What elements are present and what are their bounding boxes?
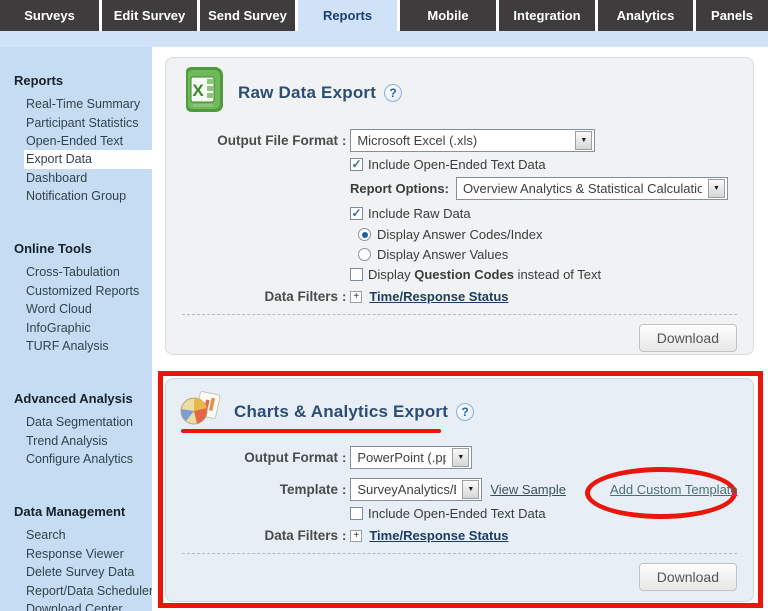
sidebar-section-advanced-analysis: Advanced Analysis Data Segmentation Tren… bbox=[0, 391, 152, 468]
dropdown-arrow-icon: ▼ bbox=[452, 448, 469, 467]
data-filters-label: Data Filters bbox=[180, 289, 338, 304]
output-file-format-select[interactable]: Microsoft Excel (.xls) ▼ bbox=[350, 129, 595, 152]
nav-active-strip bbox=[0, 31, 768, 47]
label-colon: : bbox=[342, 450, 346, 465]
report-options-value: Overview Analytics & Statistical Calcula… bbox=[463, 181, 702, 196]
nav-tab-reports[interactable]: Reports bbox=[298, 0, 397, 31]
template-value: SurveyAnalytics/Blue bbox=[357, 482, 456, 497]
sidebar-item-configure-analytics[interactable]: Configure Analytics bbox=[0, 450, 152, 468]
sidebar-item-trend-analysis[interactable]: Trend Analysis bbox=[0, 432, 152, 450]
output-format-select[interactable]: PowerPoint (.ppt) ▼ bbox=[350, 446, 472, 469]
sidebar-section-reports: Reports Real-Time Summary Participant St… bbox=[0, 73, 152, 205]
app-window: Surveys Edit Survey Send Survey Reports … bbox=[0, 0, 768, 611]
nav-tab-surveys[interactable]: Surveys bbox=[0, 0, 99, 31]
display-answer-values-radio[interactable] bbox=[358, 248, 371, 261]
sidebar-item-open-ended-text[interactable]: Open-Ended Text bbox=[0, 132, 152, 150]
excel-icon: X bbox=[180, 66, 226, 119]
help-icon[interactable]: ? bbox=[456, 403, 474, 421]
download-button-charts[interactable]: Download bbox=[639, 563, 737, 591]
nav-tab-integration[interactable]: Integration bbox=[499, 0, 595, 31]
sidebar-item-participant-statistics[interactable]: Participant Statistics bbox=[0, 113, 152, 131]
include-open-ended-checkbox-charts[interactable] bbox=[350, 507, 363, 520]
display-answer-codes-label: Display Answer Codes/Index bbox=[377, 227, 542, 242]
pie-chart-icon bbox=[180, 391, 222, 432]
time-response-status-link[interactable]: Time/Response Status bbox=[369, 289, 508, 304]
display-answer-codes-radio[interactable] bbox=[358, 228, 371, 241]
sidebar-item-customized-reports[interactable]: Customized Reports bbox=[0, 282, 152, 300]
include-raw-data-checkbox[interactable]: ✓ bbox=[350, 207, 363, 220]
sidebar-section-title: Advanced Analysis bbox=[0, 391, 152, 406]
label-colon: : bbox=[342, 482, 346, 497]
dropdown-arrow-icon: ▼ bbox=[462, 480, 479, 499]
sidebar-item-dashboard[interactable]: Dashboard bbox=[0, 169, 152, 187]
add-custom-template-link[interactable]: Add Custom Template bbox=[610, 482, 738, 497]
sidebar-item-response-viewer[interactable]: Response Viewer bbox=[0, 545, 152, 563]
report-options-select[interactable]: Overview Analytics & Statistical Calcula… bbox=[456, 177, 728, 200]
sidebar-item-export-data[interactable]: Export Data bbox=[24, 150, 152, 168]
dropdown-arrow-icon: ▼ bbox=[708, 179, 725, 198]
raw-data-export-title: Raw Data Export bbox=[238, 83, 376, 103]
time-response-status-link-charts[interactable]: Time/Response Status bbox=[369, 528, 508, 543]
label-colon: : bbox=[342, 289, 346, 304]
expand-plus-icon[interactable]: + bbox=[350, 530, 362, 542]
output-file-format-value: Microsoft Excel (.xls) bbox=[357, 133, 477, 148]
download-button-raw[interactable]: Download bbox=[639, 324, 737, 352]
main-content: X Raw Data Export ? Output File Format : bbox=[152, 47, 768, 611]
sidebar-item-real-time-summary[interactable]: Real-Time Summary bbox=[0, 95, 152, 113]
dotted-divider bbox=[182, 553, 737, 554]
nav-tab-panels[interactable]: Panels bbox=[696, 0, 768, 31]
data-filters-label-charts: Data Filters bbox=[180, 528, 338, 543]
expand-plus-icon[interactable]: + bbox=[350, 291, 362, 303]
sidebar: Reports Real-Time Summary Participant St… bbox=[0, 47, 152, 611]
include-open-ended-label-charts: Include Open-Ended Text Data bbox=[368, 506, 546, 521]
sidebar-item-cross-tabulation[interactable]: Cross-Tabulation bbox=[0, 263, 152, 281]
nav-tab-mobile[interactable]: Mobile bbox=[400, 0, 496, 31]
charts-analytics-export-panel: Charts & Analytics Export ? Output Forma… bbox=[165, 378, 754, 602]
report-options-label: Report Options: bbox=[350, 181, 449, 196]
sidebar-item-report-data-scheduler[interactable]: Report/Data Scheduler bbox=[0, 581, 152, 599]
nav-tab-edit-survey[interactable]: Edit Survey bbox=[102, 0, 197, 31]
help-icon[interactable]: ? bbox=[384, 84, 402, 102]
sidebar-item-data-segmentation[interactable]: Data Segmentation bbox=[0, 413, 152, 431]
nav-tab-send-survey[interactable]: Send Survey bbox=[200, 0, 295, 31]
output-format-label: Output Format bbox=[180, 450, 338, 465]
sidebar-section-title: Reports bbox=[0, 73, 152, 88]
sidebar-item-infographic[interactable]: InfoGraphic bbox=[0, 318, 152, 336]
view-sample-link[interactable]: View Sample bbox=[490, 482, 566, 497]
sidebar-section-title: Online Tools bbox=[0, 241, 152, 256]
sidebar-item-word-cloud[interactable]: Word Cloud bbox=[0, 300, 152, 318]
sidebar-item-turf-analysis[interactable]: TURF Analysis bbox=[0, 337, 152, 355]
charts-analytics-export-title: Charts & Analytics Export bbox=[234, 402, 448, 422]
include-raw-data-label: Include Raw Data bbox=[368, 206, 471, 221]
display-question-codes-checkbox[interactable] bbox=[350, 268, 363, 281]
check-icon: ✓ bbox=[351, 159, 361, 169]
output-format-value: PowerPoint (.ppt) bbox=[357, 450, 446, 465]
nav-tab-analytics[interactable]: Analytics bbox=[598, 0, 693, 31]
check-icon: ✓ bbox=[351, 208, 361, 218]
sidebar-item-delete-survey-data[interactable]: Delete Survey Data bbox=[0, 563, 152, 581]
sidebar-item-search[interactable]: Search bbox=[0, 526, 152, 544]
raw-data-export-panel: X Raw Data Export ? Output File Format : bbox=[165, 57, 754, 355]
label-colon: : bbox=[342, 133, 346, 148]
display-question-codes-label: Display Question Codes instead of Text bbox=[368, 267, 601, 282]
template-select[interactable]: SurveyAnalytics/Blue ▼ bbox=[350, 478, 482, 501]
sidebar-section-data-management: Data Management Search Response Viewer D… bbox=[0, 504, 152, 611]
include-open-ended-label: Include Open-Ended Text Data bbox=[368, 157, 546, 172]
output-file-format-label: Output File Format bbox=[180, 133, 338, 148]
label-colon: : bbox=[342, 528, 346, 543]
sidebar-item-notification-group[interactable]: Notification Group bbox=[0, 187, 152, 205]
include-open-ended-checkbox[interactable]: ✓ bbox=[350, 158, 363, 171]
dotted-divider bbox=[182, 314, 737, 315]
sidebar-section-title: Data Management bbox=[0, 504, 152, 519]
top-navigation: Surveys Edit Survey Send Survey Reports … bbox=[0, 0, 768, 31]
dropdown-arrow-icon: ▼ bbox=[575, 131, 592, 150]
display-answer-values-label: Display Answer Values bbox=[377, 247, 508, 262]
sidebar-section-online-tools: Online Tools Cross-Tabulation Customized… bbox=[0, 241, 152, 355]
template-label: Template bbox=[180, 482, 338, 497]
svg-text:X: X bbox=[192, 81, 204, 100]
sidebar-item-download-center[interactable]: Download Center bbox=[0, 600, 152, 611]
